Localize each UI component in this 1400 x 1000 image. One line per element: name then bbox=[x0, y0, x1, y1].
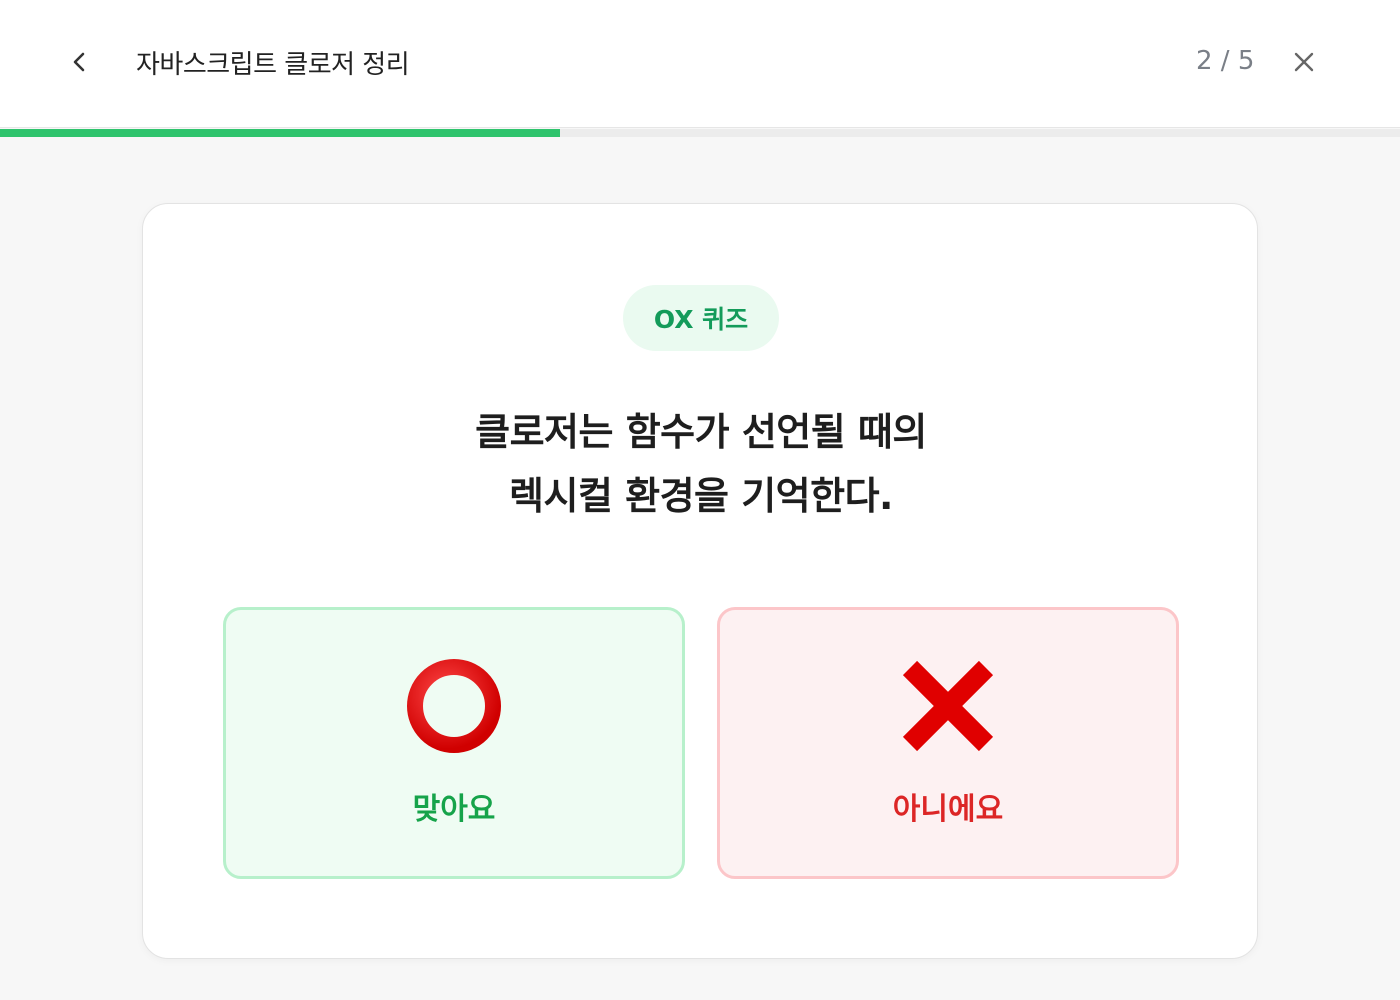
close-icon bbox=[1292, 50, 1316, 78]
top-bar: 자바스크립트 클로저 정리 2 / 5 bbox=[0, 0, 1400, 128]
back-button[interactable] bbox=[62, 46, 98, 82]
quiz-card: OX 퀴즈 클로저는 함수가 선언될 때의 렉시컬 환경을 기억한다. 맞아요 bbox=[142, 203, 1258, 959]
answer-true-label: 맞아요 bbox=[412, 792, 496, 827]
question-counter: 2 / 5 bbox=[1196, 46, 1255, 76]
question-text: 클로저는 함수가 선언될 때의 렉시컬 환경을 기억한다. bbox=[143, 400, 1259, 528]
progress-fill bbox=[0, 129, 560, 137]
chevron-left-icon bbox=[68, 50, 92, 78]
quiz-type-badge: OX 퀴즈 bbox=[623, 285, 779, 351]
answer-true-button[interactable]: 맞아요 bbox=[223, 607, 685, 879]
circle-o-icon bbox=[406, 658, 502, 754]
question-line-1: 클로저는 함수가 선언될 때의 bbox=[475, 410, 927, 454]
page-title: 자바스크립트 클로저 정리 bbox=[136, 50, 410, 80]
close-button[interactable] bbox=[1286, 46, 1322, 82]
cross-x-icon bbox=[900, 658, 996, 754]
progress-bar bbox=[0, 129, 1400, 137]
answer-false-button[interactable]: 아니에요 bbox=[717, 607, 1179, 879]
answer-false-label: 아니에요 bbox=[892, 792, 1004, 827]
question-line-2: 렉시컬 환경을 기억한다. bbox=[509, 474, 894, 518]
